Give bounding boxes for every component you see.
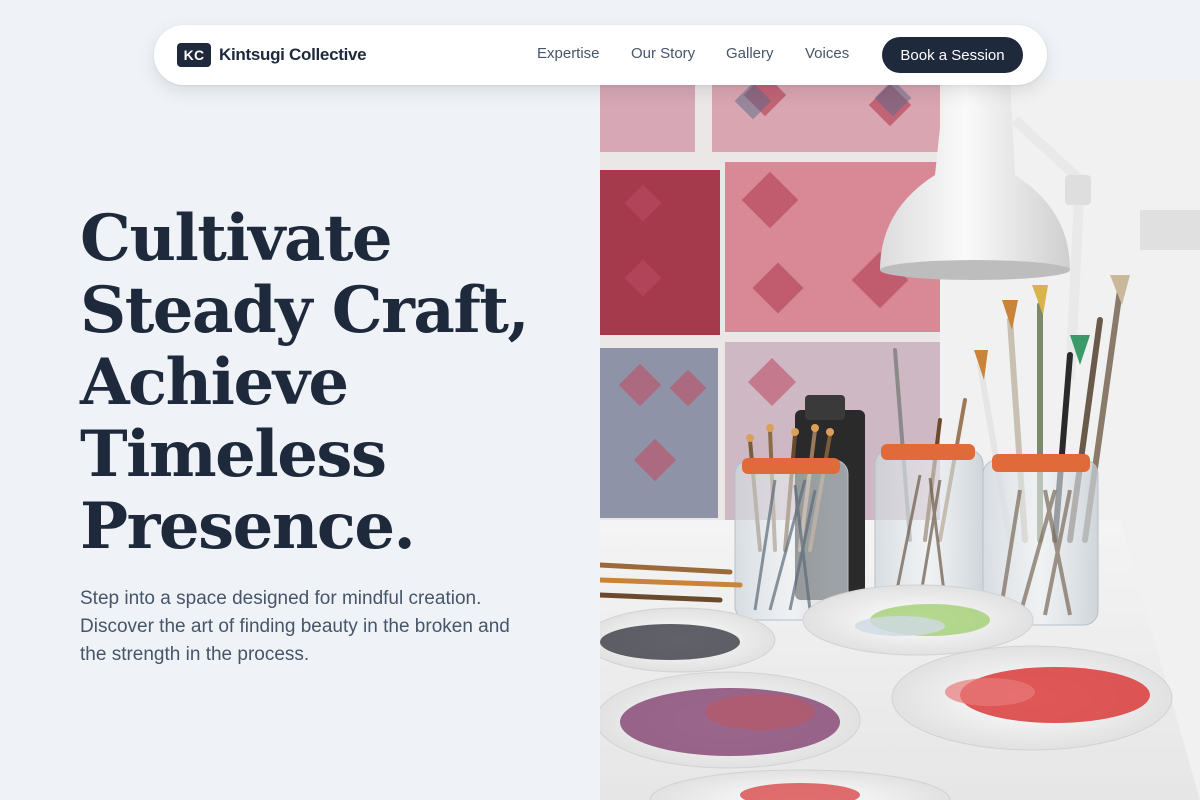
- hero-heading-line: Achieve: [80, 345, 349, 420]
- nav-link-expertise[interactable]: Expertise: [537, 45, 600, 62]
- landing-page: KC Kintsugi Collective Expertise Our Sto…: [0, 0, 1200, 800]
- hero-heading: Cultivate Steady Craft, Achieve Timeless…: [80, 203, 580, 563]
- brand-name: Kintsugi Collective: [219, 45, 367, 64]
- top-navbar: KC Kintsugi Collective Expertise Our Sto…: [154, 25, 1047, 85]
- hero-image: [600, 80, 1200, 800]
- nav-link-voices[interactable]: Voices: [805, 45, 849, 62]
- nav-link-gallery[interactable]: Gallery: [726, 45, 774, 62]
- hero-heading-line: Timeless: [80, 417, 387, 492]
- hero-heading-line: Presence.: [80, 489, 416, 564]
- brand-badge: KC: [177, 43, 211, 67]
- brand-logo[interactable]: KC Kintsugi Collective: [177, 42, 367, 68]
- hero-heading-line: Cultivate: [80, 201, 393, 276]
- book-session-button[interactable]: Book a Session: [882, 37, 1023, 73]
- nav-link-our-story[interactable]: Our Story: [631, 45, 695, 62]
- hero-subtitle: Step into a space designed for mindful c…: [80, 588, 510, 665]
- hero-heading-line: Steady Craft,: [80, 273, 530, 348]
- studio-photo: [600, 80, 1200, 800]
